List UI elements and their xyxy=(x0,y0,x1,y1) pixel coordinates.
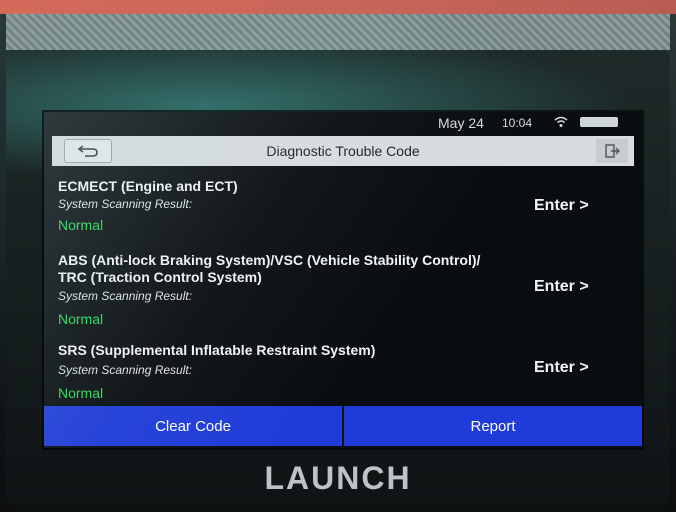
enter-button[interactable]: Enter > xyxy=(534,359,589,377)
enter-button[interactable]: Enter > xyxy=(534,278,589,296)
action-bar: Clear Code Report xyxy=(44,406,642,446)
battery-icon xyxy=(580,117,618,127)
page-title: Diagnostic Trouble Code xyxy=(266,143,420,159)
status-time: 10:04 xyxy=(502,116,533,130)
system-name-line-2: TRC (Traction Control System) xyxy=(58,269,262,285)
system-name: ABS (Anti-lock Braking System)/VSC (Vehi… xyxy=(58,252,481,268)
scan-result-value: Normal xyxy=(58,217,104,233)
scan-result-value: Normal xyxy=(58,311,104,327)
system-name: ECMECT (Engine and ECT) xyxy=(58,178,238,194)
scan-result-label: System Scanning Result: xyxy=(58,289,193,303)
device-top-edge xyxy=(0,0,676,14)
wifi-icon xyxy=(554,116,568,127)
device-brand-logo: LAUNCH xyxy=(264,460,412,496)
enter-button[interactable]: Enter > xyxy=(534,197,589,215)
title-bar: Diagnostic Trouble Code xyxy=(52,136,634,166)
status-bar: May 24 10:04 xyxy=(44,112,642,132)
device-grille xyxy=(6,14,670,50)
exit-button[interactable] xyxy=(596,139,628,163)
status-date: May 24 xyxy=(438,115,484,131)
exit-icon xyxy=(605,144,620,158)
scan-result-label: System Scanning Result: xyxy=(58,197,193,211)
report-button[interactable]: Report xyxy=(344,406,642,446)
scan-result-label: System Scanning Result: xyxy=(58,363,193,377)
scan-result-value: Normal xyxy=(58,385,104,401)
system-name: SRS (Supplemental Inflatable Restraint S… xyxy=(58,342,376,358)
tablet-screen: May 24 10:04 Diagnostic Trouble Code ECM… xyxy=(44,112,642,448)
clear-code-button[interactable]: Clear Code xyxy=(44,406,342,446)
